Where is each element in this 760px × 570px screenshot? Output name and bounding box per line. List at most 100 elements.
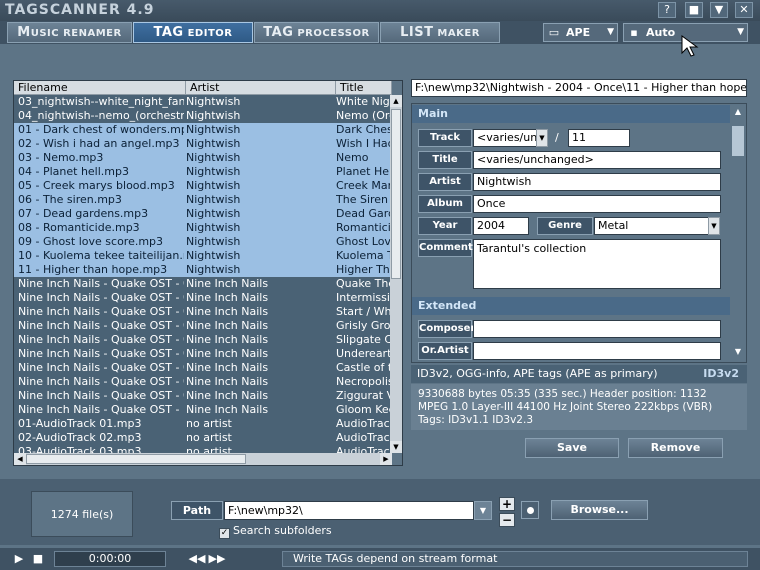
chevron-down-icon: ▼	[607, 27, 614, 37]
file-list-row[interactable]: Nine Inch Nails - Quake OST - 0... Nine I…	[14, 277, 392, 291]
path-dropdown-icon[interactable]: ▼	[474, 501, 492, 520]
scroll-right-arrow-icon[interactable]: ▶	[380, 453, 392, 465]
fast-forward-icon[interactable]: ▶▶	[208, 552, 226, 566]
file-list-row[interactable]: 04 - Planet hell.mp3 Nightwish Planet Hell	[14, 165, 392, 179]
tab-bar: MUSIC RENAMER TAG EDITOR TAG PROCESSOR L…	[0, 21, 760, 44]
file-list-row[interactable]: Nine Inch Nails - Quake OST - 1... Nine I…	[14, 403, 392, 417]
comment-textarea[interactable]: Tarantul's collection	[473, 239, 721, 289]
scroll-left-arrow-icon[interactable]: ◀	[14, 453, 26, 465]
title-cell: Kuolema Te	[336, 249, 392, 262]
file-list-row[interactable]: 05 - Creek marys blood.mp3 Nightwish Creek…	[14, 179, 392, 193]
rewind-icon[interactable]: ◀◀	[188, 552, 206, 566]
album-input[interactable]: Once	[473, 195, 721, 213]
title-cell: Intermissio	[336, 291, 392, 304]
file-list-row[interactable]: 06 - The siren.mp3 Nightwish The Siren	[14, 193, 391, 207]
format-select[interactable]: ▭ APE ▼	[543, 23, 618, 42]
artist-cell: Nine Inch Nails	[186, 375, 269, 388]
artist-cell: Nightwish	[186, 249, 241, 262]
file-list-row[interactable]: Nine Inch Nails - Quake OST - 0... Nine I…	[14, 305, 392, 319]
column-header-artist[interactable]: Artist	[186, 81, 336, 95]
tab-list-maker[interactable]: LIST MAKER	[380, 22, 500, 43]
file-list-row[interactable]: Nine Inch Nails - Quake OST - 0... Nine I…	[14, 319, 392, 333]
remove-button[interactable]: Remove	[628, 438, 723, 458]
tab-tag-editor[interactable]: TAG EDITOR	[133, 22, 253, 43]
scroll-down-arrow-icon[interactable]: ▼	[390, 441, 402, 453]
track-dropdown-icon[interactable]: ▼	[536, 129, 548, 147]
scrollbar-thumb[interactable]	[26, 454, 246, 464]
tag-formats-text: ID3v2, OGG-info, APE tags (APE as primar…	[417, 367, 658, 380]
year-input[interactable]: 2004	[473, 217, 529, 235]
composer-input[interactable]	[473, 320, 721, 338]
play-icon[interactable]: ▶	[12, 552, 26, 566]
file-list-row[interactable]: 03_nightwish--white_night_fan... Nightwis…	[14, 95, 392, 109]
checkmark-icon[interactable]: ✓	[219, 528, 230, 539]
tag-version-badge[interactable]: ID3v2	[703, 365, 739, 383]
file-list-row[interactable]: 07 - Dead gardens.mp3 Nightwish Dead Garde	[14, 207, 392, 221]
artist-cell: Nightwish	[186, 207, 241, 220]
file-list-row[interactable]: 04_nightwish--nemo_(orchestr... Nightwish…	[14, 109, 392, 123]
search-subfolders-label: Search subfolders	[233, 524, 332, 537]
artist-cell: Nightwish	[186, 151, 241, 164]
filename-cell: Nine Inch Nails - Quake OST - 0...	[18, 319, 184, 332]
file-list-row[interactable]: 10 - Kuolema tekee taiteilijan.mp3Nightw…	[14, 249, 392, 263]
save-button[interactable]: Save	[525, 438, 619, 458]
file-list[interactable]: Filename Artist Title 03_nightwish--whit…	[13, 80, 403, 466]
help-button[interactable]: ?	[658, 2, 676, 18]
title-input[interactable]: <varies/unchanged>	[473, 151, 721, 169]
filename-cell: Nine Inch Nails - Quake OST - 0...	[18, 333, 184, 346]
app-title: TAGSCANNER 4.9	[5, 2, 155, 18]
maximize-button[interactable]: ■	[685, 2, 703, 18]
file-list-row[interactable]: 09 - Ghost love score.mp3 Nightwish Ghost …	[14, 235, 392, 249]
original-artist-input[interactable]	[473, 342, 721, 360]
minimize-button[interactable]: ▼	[710, 2, 728, 18]
title-cell: Quake Ther	[336, 277, 392, 290]
file-list-row[interactable]: Nine Inch Nails - Quake OST - 0... Nine I…	[14, 389, 392, 403]
file-list-vertical-scrollbar[interactable]: ▲ ▼	[390, 95, 402, 453]
file-list-row[interactable]: Nine Inch Nails - Quake OST - 0... Nine I…	[14, 361, 392, 375]
file-list-row[interactable]: 11 - Higher than hope.mp3 Nightwish Higher…	[14, 263, 392, 277]
path-input[interactable]: F:\new\mp32\	[224, 501, 474, 520]
track-input[interactable]: <varies/unc	[473, 129, 537, 147]
scrollbar-thumb[interactable]	[391, 109, 401, 279]
column-header-filename[interactable]: Filename	[14, 81, 186, 95]
search-subfolders-checkbox[interactable]: ✓ Search subfolders	[219, 524, 332, 539]
file-list-horizontal-scrollbar[interactable]: ◀ ▶	[14, 453, 392, 465]
close-button[interactable]: ✕	[735, 2, 753, 18]
file-list-row[interactable]: 01-AudioTrack 01.mp3 no artist AudioTrack	[14, 417, 392, 431]
artist-input[interactable]: Nightwish	[473, 173, 721, 191]
column-header-title[interactable]: Title	[336, 81, 392, 95]
disk-icon: ▪	[630, 26, 638, 39]
file-list-row[interactable]: 01 - Dark chest of wonders.mp3 Nightwish D…	[14, 123, 392, 137]
add-path-button[interactable]: +	[499, 497, 515, 511]
scroll-down-arrow-icon[interactable]: ▼	[732, 347, 744, 359]
filename-cell: 04_nightwish--nemo_(orchestr...	[18, 109, 184, 122]
file-list-row[interactable]: 08 - Romanticide.mp3 Nightwish Romanticide	[14, 221, 392, 235]
tab-music-renamer[interactable]: MUSIC RENAMER	[7, 22, 132, 43]
original-artist-label: Or.Artist	[418, 342, 472, 360]
remove-path-button[interactable]: −	[499, 513, 515, 527]
file-list-row[interactable]: Nine Inch Nails - Quake OST - 0... Nine I…	[14, 375, 392, 389]
file-list-row[interactable]: 02-AudioTrack 02.mp3 no artist AudioTrack	[14, 431, 392, 445]
scroll-up-arrow-icon[interactable]: ▲	[390, 95, 402, 107]
tag-panel-scrollbar[interactable]: ▲ ▼	[730, 104, 746, 362]
stop-icon[interactable]: ■	[31, 552, 45, 566]
favorite-path-button[interactable]	[521, 501, 539, 519]
scroll-up-arrow-icon[interactable]: ▲	[732, 107, 744, 119]
audio-info-line: MPEG 1.0 Layer-III 44100 Hz Joint Stereo…	[418, 401, 713, 413]
file-list-row[interactable]: 03 - Nemo.mp3 Nightwish Nemo	[14, 151, 391, 165]
file-list-row[interactable]: Nine Inch Nails - Quake OST - 0... Nine I…	[14, 333, 392, 347]
current-file-path[interactable]: F:\new\mp32\Nightwish - 2004 - Once\11 -…	[411, 79, 747, 97]
tab-label-big: TAG	[153, 25, 184, 40]
artist-cell: Nightwish	[186, 263, 241, 276]
genre-select[interactable]: Metal	[594, 217, 709, 235]
browse-button[interactable]: Browse...	[551, 500, 648, 520]
title-cell: Dark Chest	[336, 123, 392, 136]
tab-tag-processor[interactable]: TAG PROCESSOR	[254, 22, 379, 43]
genre-dropdown-icon[interactable]: ▼	[708, 217, 720, 235]
scrollbar-thumb[interactable]	[732, 126, 744, 156]
track-total-input[interactable]: 11	[568, 129, 630, 147]
title-label: Title	[418, 151, 472, 169]
file-list-row[interactable]: Nine Inch Nails - Quake OST - 0... Nine I…	[14, 347, 392, 361]
file-list-row[interactable]: 02 - Wish i had an angel.mp3 Nightwish Wis…	[14, 137, 392, 151]
file-list-row[interactable]: Nine Inch Nails - Quake OST - 0... Nine I…	[14, 291, 392, 305]
